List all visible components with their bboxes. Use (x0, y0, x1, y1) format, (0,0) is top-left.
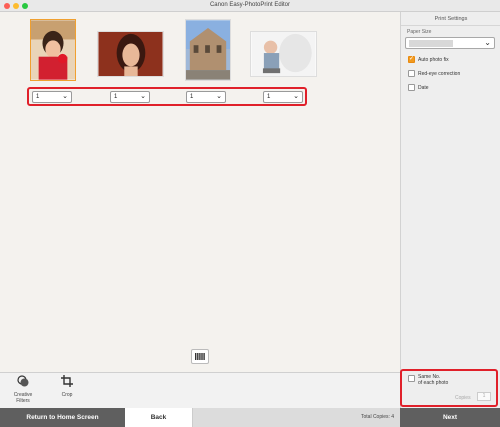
same-number-checkbox[interactable] (408, 375, 415, 382)
auto-photo-fix-checkbox[interactable]: ✓ (408, 56, 415, 63)
title-bar: Canon Easy-PhotoPrint Editor (0, 0, 500, 12)
red-eye-label: Red-eye correction (418, 71, 461, 77)
creative-filters-icon (17, 375, 29, 387)
red-eye-checkbox[interactable] (408, 70, 415, 77)
footer-bar: Return to Home Screen Back Total Copies:… (0, 408, 500, 427)
chevron-down-icon: ⌄ (140, 93, 146, 100)
window-title: Canon Easy-PhotoPrint Editor (209, 2, 291, 8)
photo-baby-bear (251, 32, 316, 76)
copies-label: Copies (455, 395, 471, 401)
date-checkbox[interactable] (408, 84, 415, 91)
photo-thumbnail[interactable] (250, 31, 317, 77)
chevron-down-icon: ⌄ (484, 38, 491, 47)
filmstrip-icon (195, 353, 205, 360)
copies-input[interactable]: 1 (477, 392, 491, 401)
return-home-button[interactable]: Return to Home Screen (0, 408, 125, 427)
copies-value: 1 (36, 94, 40, 100)
crop-button[interactable]: Crop (47, 375, 87, 398)
chevron-down-icon: ⌄ (216, 93, 222, 100)
photo-thumbnail[interactable] (97, 31, 164, 77)
crop-label: Crop (61, 392, 73, 398)
creative-filters-button[interactable]: Creative Filters (3, 375, 43, 404)
creative-filters-label: Creative Filters (3, 392, 43, 404)
date-label: Date (418, 85, 429, 91)
photo-thumbnail[interactable] (185, 19, 231, 81)
paper-size-label: Paper Size (407, 29, 432, 35)
same-number-label-line2: of each photo (418, 380, 449, 386)
copies-value: 1 (190, 94, 194, 100)
copies-select[interactable]: 1 ⌄ (263, 91, 303, 103)
total-copies: Total Copies: 4 (361, 414, 395, 420)
filmstrip-button[interactable] (191, 349, 209, 364)
photo-building (186, 20, 230, 80)
paper-size-value (409, 40, 453, 47)
creative-filters-line2: Filters (16, 398, 30, 404)
crop-icon (61, 375, 73, 387)
copies-value: 1 (267, 94, 271, 100)
photo-woman-portrait (98, 32, 163, 76)
panel-title: Print Settings (401, 12, 500, 26)
chevron-down-icon: ⌄ (62, 93, 68, 100)
next-button[interactable]: Next (400, 408, 500, 427)
auto-photo-fix-label: Auto photo fix (418, 57, 449, 63)
chevron-down-icon: ⌄ (293, 93, 299, 100)
edit-toolbar: Creative Filters Crop (0, 372, 400, 408)
checkmark-icon: ✓ (409, 56, 415, 62)
paper-size-select[interactable]: ⌄ (405, 37, 495, 49)
photo-child-portrait (31, 20, 75, 80)
same-number-label: Same No. of each photo (418, 374, 448, 386)
copies-select[interactable]: 1 ⌄ (110, 91, 150, 103)
back-button[interactable]: Back (125, 408, 193, 427)
copies-value: 1 (114, 94, 118, 100)
copies-select[interactable]: 1 ⌄ (32, 91, 72, 103)
copies-select[interactable]: 1 ⌄ (186, 91, 226, 103)
photo-thumbnail[interactable] (30, 19, 76, 81)
